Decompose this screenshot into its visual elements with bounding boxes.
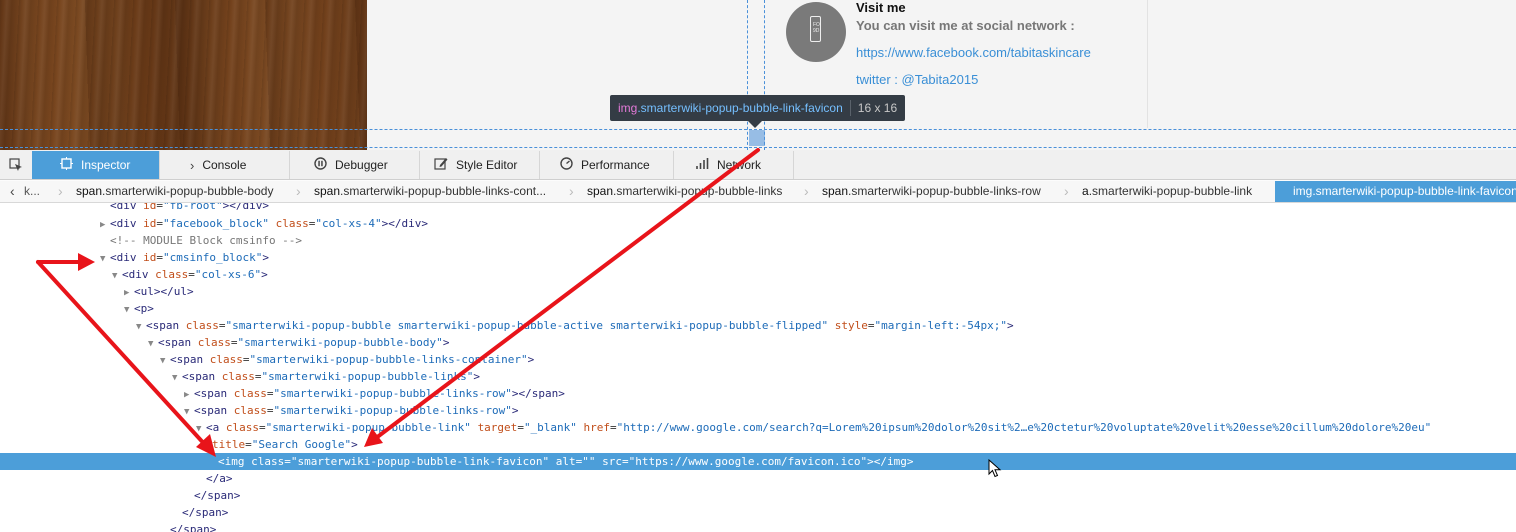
tree-comment[interactable]: <!-- MODULE Block cmsinfo --> — [0, 232, 1516, 249]
performance-icon — [560, 157, 573, 173]
debugger-icon — [314, 157, 327, 173]
devtools-toolbar: Inspector › Console Debugger Style Edito… — [0, 150, 1516, 180]
tree-node[interactable]: ▼ <span class="smarterwiki-popup-bubble-l… — [0, 368, 1516, 385]
avatar: FO 9D — [786, 2, 846, 62]
tree-node-close[interactable]: </span> — [0, 487, 1516, 504]
visit-title: Visit me — [856, 0, 906, 15]
tree-node-selected[interactable]: <img class="smarterwiki-popup-bubble-lin… — [0, 453, 1516, 470]
tree-node[interactable]: ▼ <div id="cmsinfo_block"> — [0, 249, 1516, 266]
tab-performance-label: Performance — [581, 158, 650, 172]
tree-node[interactable]: ▼ <span class="smarterwiki-popup-bubble-l… — [0, 402, 1516, 419]
breadcrumb-separator: › — [1064, 183, 1069, 199]
breadcrumb-item[interactable]: span.smarterwiki-popup-bubble-links — [587, 181, 782, 202]
breadcrumb-item[interactable]: span.smarterwiki-popup-bubble-links-row — [822, 181, 1041, 202]
breadcrumb: ‹ k... › span.smarterwiki-popup-bubble-b… — [0, 181, 1516, 203]
tooltip-dimensions: 16 x 16 — [857, 101, 898, 115]
tree-node-close[interactable]: </span> — [0, 504, 1516, 521]
tab-console[interactable]: › Console — [160, 151, 290, 179]
tree-node[interactable]: ▼ <a class="smarterwiki-popup-bubble-link… — [0, 419, 1516, 436]
phone-icon: FO 9D — [810, 16, 821, 42]
wood-background-image — [0, 0, 367, 150]
visit-subtitle: You can visit me at social network : — [856, 18, 1075, 33]
tree-node[interactable]: ▼ <span class="smarterwiki-popup-bubble-l… — [0, 351, 1516, 368]
tree-node[interactable]: <div id="fb-root"></div> — [0, 203, 1516, 214]
tooltip-class: .smarterwiki-popup-bubble-link-favicon — [637, 101, 843, 115]
breadcrumb-item-active[interactable]: img.smarterwiki-popup-bubble-link-favico… — [1275, 181, 1516, 202]
tab-debugger[interactable]: Debugger — [290, 151, 420, 179]
breadcrumb-item[interactable]: a.smarterwiki-popup-bubble-link — [1082, 181, 1252, 202]
style-editor-icon — [434, 157, 448, 173]
tooltip-tag: img — [618, 101, 638, 115]
mouse-cursor-icon — [988, 459, 1002, 478]
tab-console-label: Console — [202, 158, 247, 172]
breadcrumb-item[interactable]: span.smarterwiki-popup-bubble-body — [76, 181, 273, 202]
tab-network[interactable]: Network — [674, 151, 794, 179]
inspector-icon — [60, 157, 73, 173]
breadcrumb-back-icon[interactable]: ‹ — [10, 181, 15, 202]
breadcrumb-overflow[interactable]: k... — [24, 181, 40, 202]
tab-performance[interactable]: Performance — [540, 151, 674, 179]
tab-style-editor-label: Style Editor — [456, 158, 518, 172]
console-icon: › — [190, 157, 195, 173]
tab-network-label: Network — [717, 158, 762, 172]
markup-tree: <div id="fb-root"></div> ▶ <div id="faceb… — [0, 203, 1516, 532]
tree-node[interactable]: ▶ <span class="smarterwiki-popup-bubble-l… — [0, 385, 1516, 402]
highlight-guide-right — [764, 0, 765, 150]
tree-node[interactable]: ▶ <ul></ul> — [0, 283, 1516, 300]
avatar-text: FO 9D — [813, 22, 820, 34]
tree-node[interactable]: ▼ <span class="smarterwiki-popup-bubble-b… — [0, 334, 1516, 351]
tree-node[interactable]: ▶ <div id="facebook_block" class="col-xs-… — [0, 215, 1516, 232]
highlighted-element-box — [749, 130, 765, 146]
tab-style-editor[interactable]: Style Editor — [420, 151, 540, 179]
highlight-guide-bottom — [0, 147, 1516, 148]
tree-node-close[interactable]: </a> — [0, 470, 1516, 487]
breadcrumb-separator: › — [804, 183, 809, 199]
breadcrumb-separator: › — [569, 183, 574, 199]
tree-node[interactable]: ▼ <span class="smarterwiki-popup-bubble s… — [0, 317, 1516, 334]
tab-debugger-label: Debugger — [335, 158, 388, 172]
element-info-tooltip: img .smarterwiki-popup-bubble-link-favico… — [610, 95, 906, 121]
breadcrumb-separator: › — [58, 183, 63, 199]
tooltip-separator — [849, 100, 851, 116]
tree-node[interactable]: ▼ <p> — [0, 300, 1516, 317]
column-divider — [1147, 0, 1148, 128]
network-icon — [696, 157, 709, 173]
tab-inspector-label: Inspector — [81, 158, 131, 172]
twitter-link[interactable]: twitter : @Tabita2015 — [856, 72, 978, 87]
tree-node-close[interactable]: </span> — [0, 521, 1516, 532]
breadcrumb-item[interactable]: span.smarterwiki-popup-bubble-links-cont… — [314, 181, 546, 202]
element-picker-icon[interactable] — [0, 150, 32, 179]
facebook-link[interactable]: https://www.facebook.com/tabitaskincare — [856, 45, 1091, 60]
tab-inspector[interactable]: Inspector — [32, 151, 160, 179]
breadcrumb-separator: › — [296, 183, 301, 199]
tree-node-continuation[interactable]: title="Search Google"> — [0, 436, 1516, 453]
tree-node[interactable]: ▼ <div class="col-xs-6"> — [0, 266, 1516, 283]
tooltip-arrow — [748, 121, 762, 128]
